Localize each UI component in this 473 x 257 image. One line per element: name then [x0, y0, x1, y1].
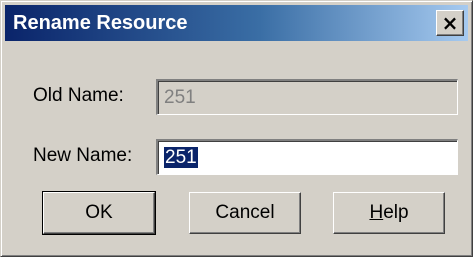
- new-name-input[interactable]: 251: [156, 139, 458, 175]
- help-mnemonic: H: [369, 202, 384, 223]
- dialog-title: Rename Resource: [13, 12, 188, 34]
- help-label: Help: [369, 202, 408, 224]
- ok-button[interactable]: OK: [42, 191, 156, 235]
- help-label-rest: elp: [383, 202, 409, 223]
- title-bar[interactable]: Rename Resource ×: [5, 5, 468, 41]
- old-name-label: Old Name:: [33, 85, 124, 106]
- help-button[interactable]: Help: [333, 192, 445, 234]
- cancel-label: Cancel: [215, 202, 275, 223]
- new-name-label: New Name:: [33, 145, 133, 166]
- ok-label: OK: [85, 202, 113, 223]
- cancel-button[interactable]: Cancel: [189, 192, 301, 234]
- old-name-field: 251: [156, 79, 458, 115]
- new-name-value: 251: [164, 147, 198, 168]
- rename-resource-dialog: Rename Resource × Old Name: 251 New Name…: [0, 0, 473, 257]
- close-button[interactable]: ×: [436, 10, 464, 36]
- old-name-value: 251: [164, 87, 196, 108]
- close-icon: ×: [441, 11, 459, 35]
